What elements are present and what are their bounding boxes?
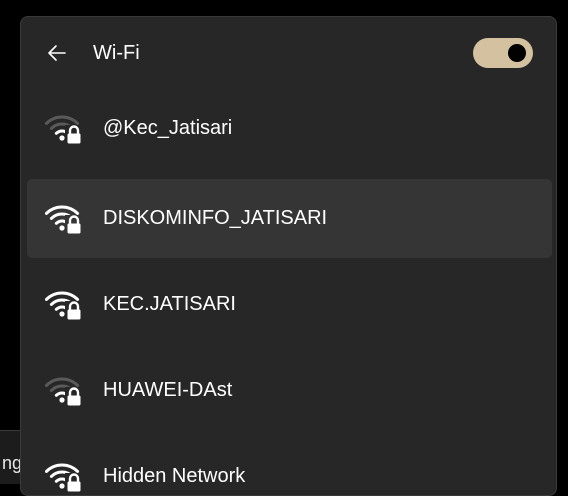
lock-icon xyxy=(67,133,81,144)
signal-dot xyxy=(59,225,65,231)
network-item[interactable]: KEC.JATISARI xyxy=(27,265,552,344)
lock-icon xyxy=(67,223,81,234)
background-window-fragment: ng xyxy=(0,430,22,484)
background-window-text: ng xyxy=(2,453,22,473)
back-button[interactable] xyxy=(39,35,75,71)
network-item[interactable]: DISKOMINFO_JATISARI xyxy=(27,179,552,258)
lock-icon xyxy=(67,481,81,492)
network-item[interactable]: HUAWEI-DAst xyxy=(27,351,552,430)
signal-arc xyxy=(45,291,80,301)
network-name: Hidden Network xyxy=(103,465,246,487)
network-item[interactable]: @Kec_Jatisari xyxy=(27,89,552,168)
wifi-signal-lock-icon xyxy=(45,377,83,407)
signal-arc xyxy=(45,115,80,125)
signal-dot xyxy=(59,311,65,317)
signal-dot xyxy=(59,135,65,141)
signal-dot xyxy=(59,397,65,403)
wifi-signal-lock-icon xyxy=(45,115,83,145)
network-name: KEC.JATISARI xyxy=(103,293,236,315)
wifi-signal-lock-icon xyxy=(45,205,83,235)
lock-icon xyxy=(67,395,81,406)
toggle-knob xyxy=(508,44,526,62)
wifi-signal-lock-icon xyxy=(45,463,83,493)
signal-arc xyxy=(45,377,80,387)
network-item[interactable]: Hidden Network xyxy=(27,437,552,495)
signal-arc xyxy=(45,463,80,473)
wifi-header: Wi-Fi xyxy=(21,17,556,89)
network-name: HUAWEI-DAst xyxy=(103,379,233,401)
network-name: @Kec_Jatisari xyxy=(103,117,233,139)
wifi-flyout-panel: Wi-Fi @Kec_Jatisari DISKOMINFO_JATISARI … xyxy=(20,16,557,496)
arrow-left-icon xyxy=(48,45,66,61)
signal-arc xyxy=(45,205,80,215)
network-name: DISKOMINFO_JATISARI xyxy=(103,207,328,229)
wifi-signal-lock-icon xyxy=(45,291,83,321)
page-title: Wi-Fi xyxy=(93,42,140,64)
signal-dot xyxy=(59,483,65,489)
wifi-toggle[interactable] xyxy=(473,38,533,68)
lock-icon xyxy=(67,309,81,320)
